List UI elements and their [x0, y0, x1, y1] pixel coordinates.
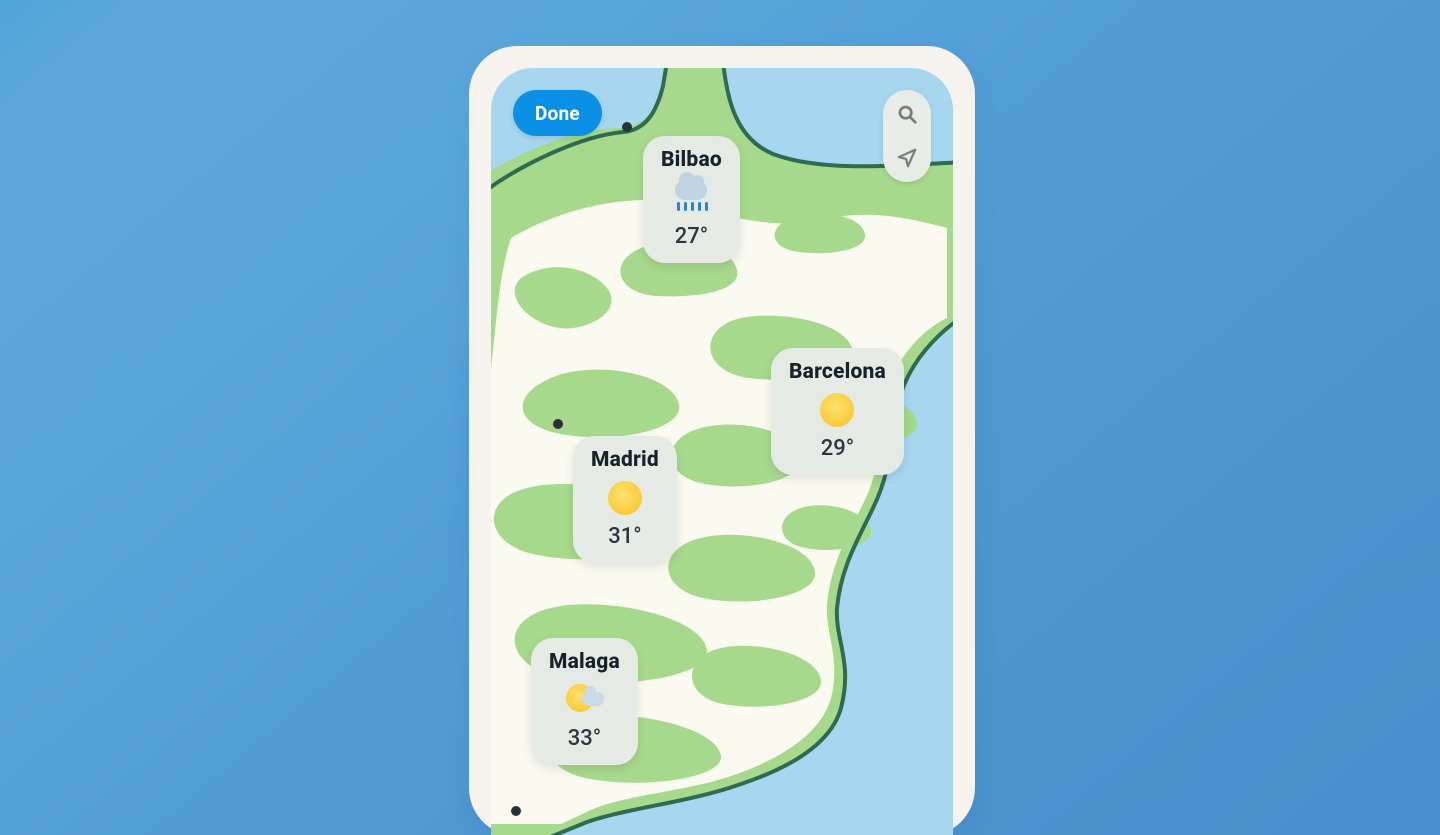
map-dot-madrid — [553, 419, 563, 429]
done-button[interactable]: Done — [513, 90, 602, 136]
temperature: 27° — [675, 224, 708, 249]
weather-icon-sunny — [817, 390, 857, 430]
screen: Done — [491, 68, 953, 835]
page-background: Done — [0, 0, 1440, 835]
device-frame: Done — [469, 46, 975, 835]
locate-button[interactable] — [893, 144, 921, 172]
city-name: Malaga — [549, 650, 620, 674]
search-button[interactable] — [893, 100, 921, 128]
weather-card-malaga[interactable]: Malaga 33° — [531, 638, 638, 765]
partly-cloudy-icon — [564, 680, 604, 720]
done-label: Done — [535, 102, 580, 125]
sun-icon — [820, 393, 854, 427]
map-controls — [883, 90, 931, 182]
temperature: 33° — [568, 726, 601, 751]
map-dot-bilbao — [622, 122, 632, 132]
weather-card-madrid[interactable]: Madrid 31° — [573, 436, 677, 563]
city-name: Barcelona — [789, 360, 886, 384]
temperature: 31° — [608, 524, 641, 549]
weather-icon-partly — [564, 680, 604, 720]
location-arrow-icon — [896, 147, 918, 169]
weather-icon-sunny — [605, 478, 645, 518]
weather-card-barcelona[interactable]: Barcelona 29° — [771, 348, 904, 475]
rain-icon — [671, 178, 711, 218]
weather-icon-rain — [671, 178, 711, 218]
city-name: Madrid — [591, 448, 659, 472]
weather-card-bilbao[interactable]: Bilbao 27° — [643, 136, 740, 263]
search-icon — [896, 103, 918, 125]
city-name: Bilbao — [661, 148, 722, 172]
temperature: 29° — [821, 436, 854, 461]
map-dot-malaga — [511, 806, 521, 816]
sun-icon — [608, 481, 642, 515]
